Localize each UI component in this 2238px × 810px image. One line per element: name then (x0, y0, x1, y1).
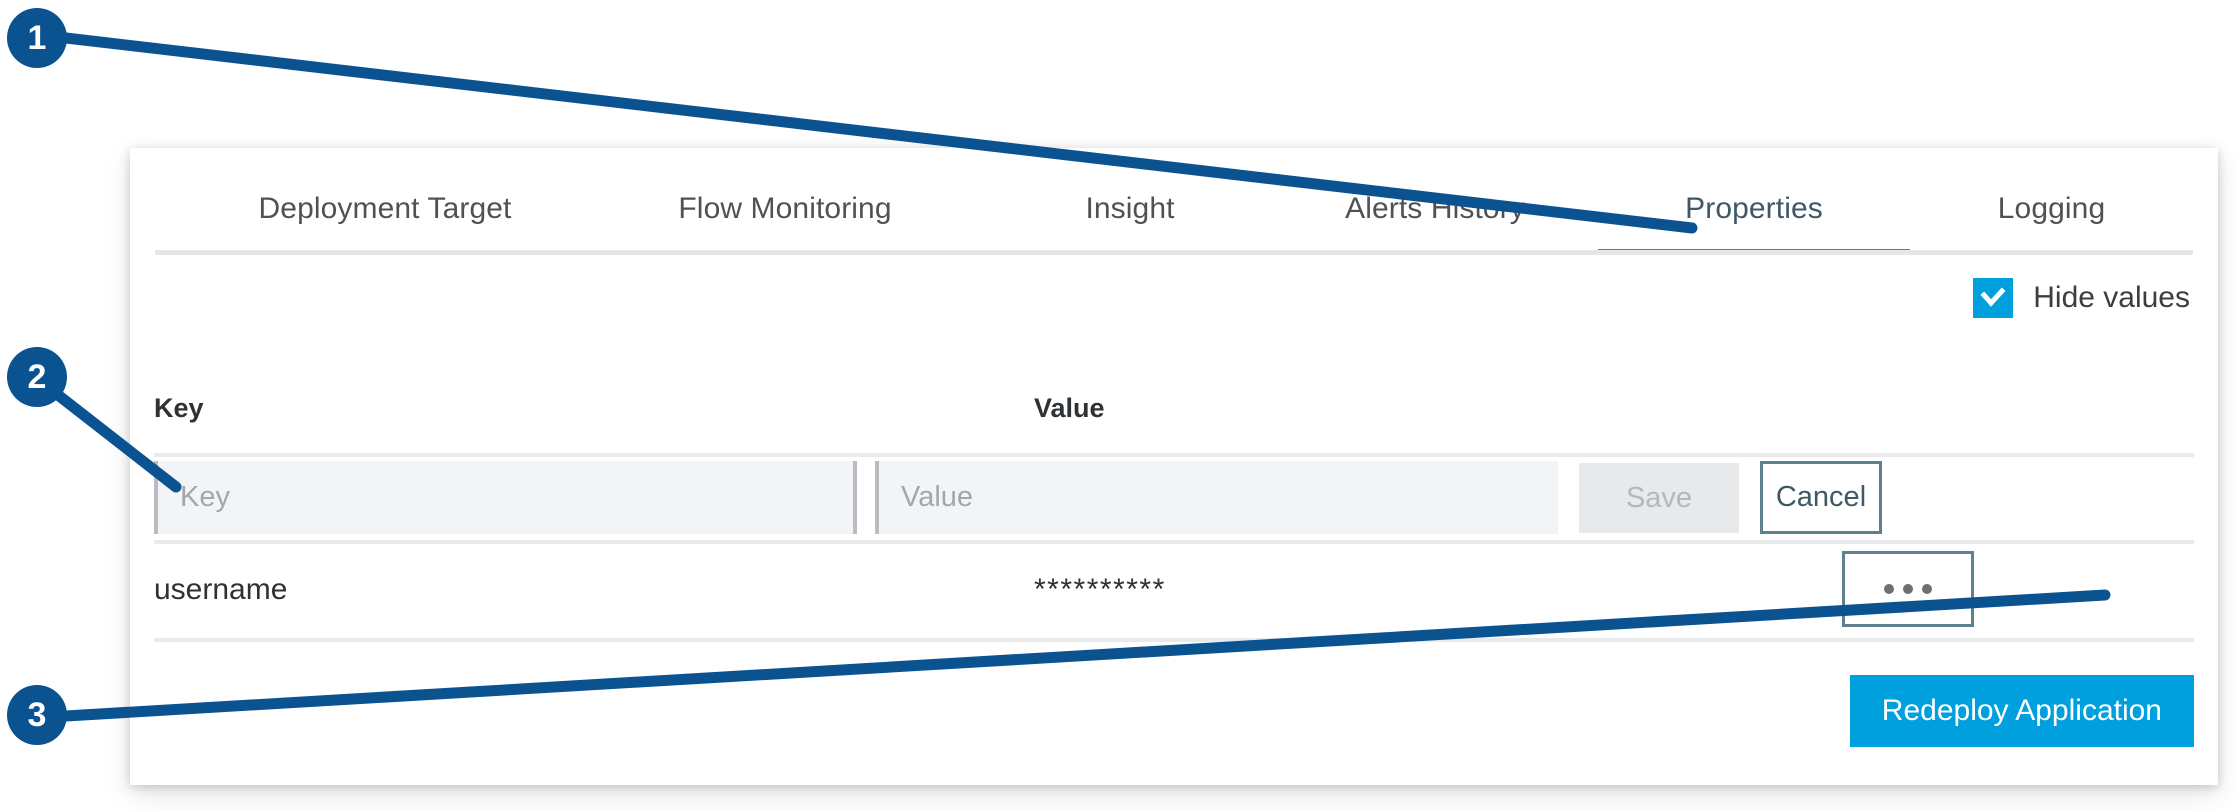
row-value-cell: ********** (1034, 548, 1166, 632)
key-input[interactable]: Key (154, 461, 857, 534)
hide-values-control[interactable]: Hide values (1973, 278, 2190, 318)
ellipsis-icon-dot (1903, 584, 1913, 594)
value-input[interactable]: Value (875, 461, 1558, 534)
table-row-divider (154, 638, 2194, 642)
header-divider (154, 453, 2194, 457)
tab-label: Deployment Target (259, 192, 512, 226)
save-button[interactable]: Save (1579, 463, 1739, 533)
row-menu-button[interactable] (1842, 551, 1974, 627)
tab-properties[interactable]: Properties (1598, 168, 1910, 255)
tab-alerts-history[interactable]: Alerts History (1275, 168, 1595, 255)
tab-label: Flow Monitoring (678, 192, 891, 226)
ellipsis-icon-dot (1884, 584, 1894, 594)
tab-label: Insight (1085, 192, 1174, 226)
editor-row-divider (154, 540, 2194, 544)
tab-flow-monitoring[interactable]: Flow Monitoring (585, 168, 985, 255)
cancel-button[interactable]: Cancel (1760, 461, 1882, 534)
tab-label: Logging (1998, 192, 2105, 226)
tab-logging[interactable]: Logging (1910, 168, 2193, 255)
tab-bar: Deployment Target Flow Monitoring Insigh… (155, 168, 2193, 255)
hide-values-checkbox[interactable] (1973, 278, 2013, 318)
redeploy-application-button[interactable]: Redeploy Application (1850, 675, 2194, 747)
ellipsis-icon-dot (1922, 584, 1932, 594)
column-header-key: Key (154, 393, 204, 424)
screenshot-root: Deployment Target Flow Monitoring Insigh… (0, 0, 2238, 810)
row-key-cell: username (154, 548, 287, 632)
callout-badge-2: 2 (7, 347, 67, 407)
check-icon (1980, 285, 2006, 311)
table-column-headers: Key Value (154, 393, 2194, 439)
table-row: username ********** (154, 548, 2194, 632)
callout-badge-3: 3 (7, 685, 67, 745)
tab-bar-divider (155, 250, 2193, 255)
tab-deployment-target[interactable]: Deployment Target (185, 168, 585, 255)
tab-insight[interactable]: Insight (985, 168, 1275, 255)
property-editor-row: Key Value Save Cancel (154, 461, 2194, 534)
tab-label: Alerts History (1345, 192, 1525, 226)
column-header-value: Value (1034, 393, 1105, 424)
callout-badge-1: 1 (7, 8, 67, 68)
tab-label: Properties (1685, 192, 1823, 226)
hide-values-label: Hide values (2033, 281, 2190, 315)
properties-panel-card: Deployment Target Flow Monitoring Insigh… (130, 148, 2218, 785)
